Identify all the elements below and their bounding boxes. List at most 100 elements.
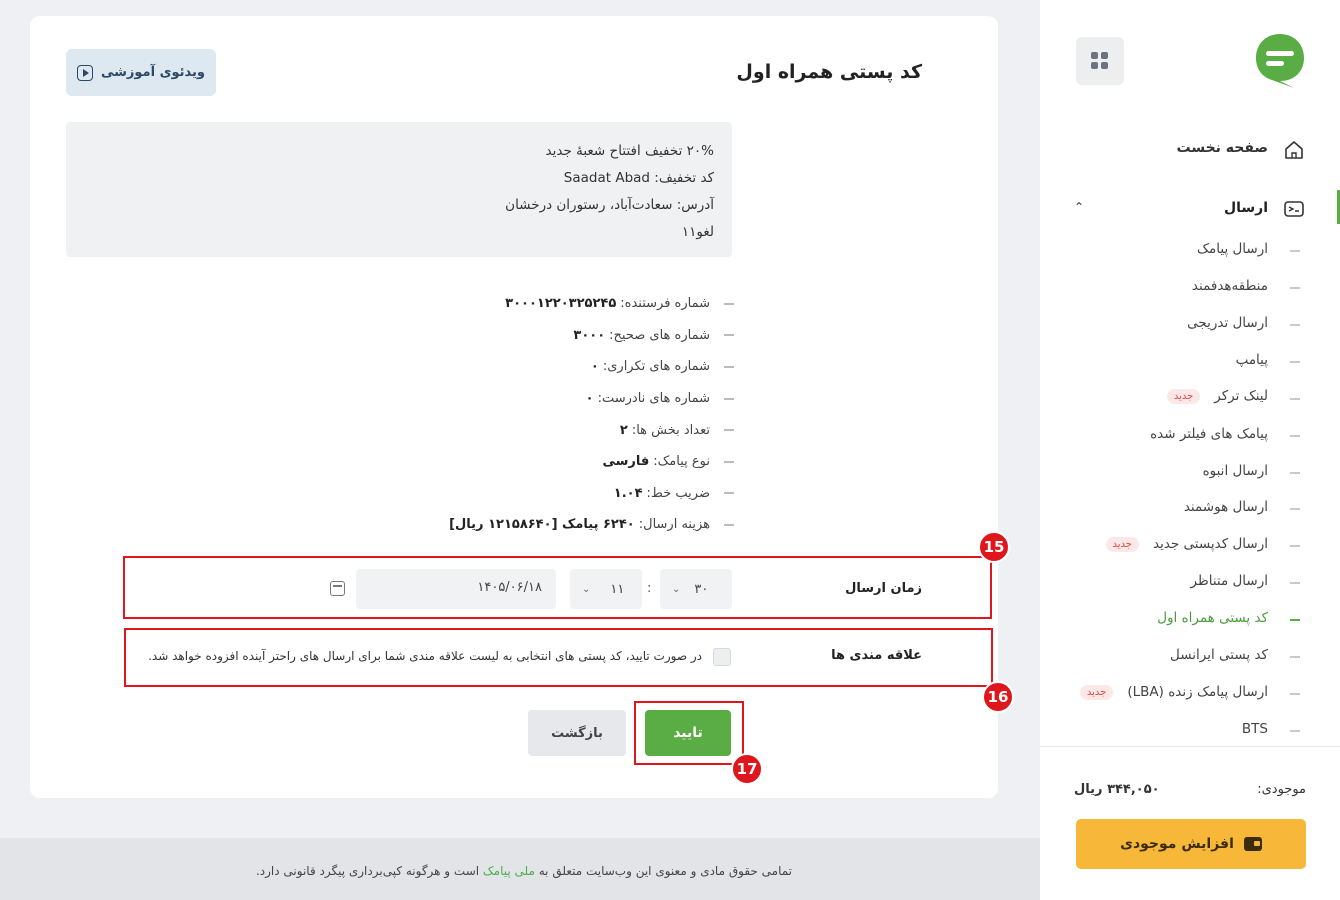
detail-value: ۱.۰۴ — [613, 485, 643, 501]
subitem-dash — [1290, 656, 1300, 658]
subitem-label: ارسال کدپستی جدید — [1152, 536, 1268, 552]
detail-label: شماره فرستنده: — [620, 296, 710, 312]
copyright-text: تمامی حقوق مادی و معنوی این وب‌سایت متعل… — [256, 864, 792, 878]
message-line: کد تخفیف: Saadat Abad — [563, 170, 714, 186]
detail-row-parts: تعداد بخش ها: ۲ — [449, 414, 734, 446]
sidebar-subitem-bts[interactable]: BTS — [1242, 721, 1268, 737]
subitem-dash — [1290, 398, 1300, 400]
grid-dot — [1101, 62, 1108, 69]
subitem-label: ارسال متناظر — [1190, 573, 1268, 589]
detail-value: ۳۰۰۰ — [573, 327, 606, 343]
detail-value: ۳۰۰۰۱۲۲۰۳۲۵۲۴۵ — [505, 296, 617, 312]
sidebar-subitem-smart[interactable]: ارسال هوشمند — [1184, 499, 1268, 515]
subitem-label: پیامپ — [1235, 352, 1268, 368]
home-icon — [1285, 141, 1303, 159]
sidebar: صفحه نخست ارسال ⌃ ارسال پیامک منطقه‌هدفم… — [1040, 0, 1340, 900]
sidebar-divider — [1040, 746, 1340, 747]
tutorial-video-label: ویدئوی آموزشی — [100, 65, 206, 80]
wallet-icon — [1243, 837, 1262, 851]
send-details-list: شماره فرستنده: ۳۰۰۰۱۲۲۰۳۲۵۲۴۵ شماره های ص… — [449, 288, 734, 541]
sidebar-subitem-gradual[interactable]: ارسال تدریجی — [1187, 315, 1268, 331]
detail-label: شماره های تکراری: — [602, 359, 710, 375]
subitem-dash — [1290, 545, 1300, 547]
tutorial-video-button[interactable]: ویدئوی آموزشی — [66, 49, 216, 96]
footer: تمامی حقوق مادی و معنوی این وب‌سایت متعل… — [0, 838, 1040, 900]
increase-balance-button[interactable]: افزایش موجودی — [1076, 819, 1306, 869]
detail-value: ۶۲۴۰ پیامک [۱۲۱۵۸۶۴۰ ریال] — [449, 517, 635, 533]
copyright-suffix: است و هرگونه کپی‌برداری پیگرد قانونی دار… — [255, 864, 480, 878]
subitem-label: منطقه‌هدفمند — [1191, 278, 1268, 294]
subitem-label: ارسال پیامک زنده (LBA) — [1127, 684, 1268, 700]
page-title: کد پستی همراه اول — [736, 61, 922, 83]
grid-dot — [1091, 62, 1098, 69]
sidebar-subitem-mci-postcode[interactable]: کد پستی همراه اول — [1157, 610, 1268, 626]
grid-dot — [1091, 52, 1098, 59]
detail-label: ضریب خط: — [646, 485, 710, 501]
subitem-dash — [1290, 250, 1300, 252]
sidebar-subitem-link-tracker[interactable]: لینک ترکر جدید — [1166, 388, 1268, 404]
subitem-dash — [1290, 619, 1300, 621]
detail-value: فارسی — [602, 454, 650, 470]
subitem-label: پیامک های فیلتر شده — [1150, 426, 1268, 442]
subitem-dash — [1290, 435, 1300, 437]
subitem-label: ارسال هوشمند — [1183, 499, 1268, 515]
sidebar-subitem-send-sms[interactable]: ارسال پیامک — [1197, 241, 1268, 257]
annotation-box-15 — [123, 556, 992, 619]
subitem-dash — [1290, 361, 1300, 363]
sidebar-item-send[interactable]: ارسال — [1224, 200, 1268, 216]
new-badge: جدید — [1079, 684, 1114, 700]
annotation-box-16 — [124, 628, 993, 687]
sidebar-subitem-lba[interactable]: ارسال پیامک زنده (LBA) جدید — [1079, 684, 1268, 700]
detail-value: ۰ — [585, 391, 594, 407]
grid-dot — [1101, 52, 1108, 59]
sidebar-subitem-matched[interactable]: ارسال متناظر — [1191, 573, 1268, 589]
balance-label: موجودی: — [1257, 782, 1306, 797]
detail-label: نوع پیامک: — [653, 454, 710, 470]
sidebar-subitem-new-postcode[interactable]: ارسال کدپستی جدید جدید — [1105, 536, 1268, 552]
annotation-badge-17: 17 — [731, 753, 763, 785]
sidebar-subitem-bulk[interactable]: ارسال انبوه — [1203, 463, 1268, 479]
subitem-label: BTS — [1241, 721, 1268, 737]
detail-row-valid: شماره های صحیح: ۳۰۰۰ — [449, 320, 734, 352]
subitem-label: لینک ترکر — [1214, 388, 1268, 404]
increase-balance-label: افزایش موجودی — [1120, 836, 1234, 852]
sidebar-subitem-filtered[interactable]: پیامک های فیلتر شده — [1150, 426, 1268, 442]
chevron-up-icon[interactable]: ⌃ — [1074, 200, 1084, 214]
subitem-dash — [1290, 508, 1300, 510]
detail-label: شماره های نادرست: — [597, 391, 710, 407]
detail-value: ۲ — [619, 422, 628, 438]
sidebar-subitem-targeted-area[interactable]: منطقه‌هدفمند — [1192, 278, 1268, 294]
annotation-box-17 — [634, 701, 744, 765]
detail-row-sender: شماره فرستنده: ۳۰۰۰۱۲۲۰۳۲۵۲۴۵ — [449, 288, 734, 320]
detail-label: هزینه ارسال: — [638, 517, 710, 533]
detail-value: ۰ — [590, 359, 599, 375]
new-badge: جدید — [1105, 536, 1139, 552]
subitem-label: کد پستی همراه اول — [1157, 610, 1268, 626]
back-button[interactable]: بازگشت — [528, 710, 626, 756]
brand-link[interactable]: ملی پیامک — [483, 864, 535, 878]
subitem-dash — [1290, 472, 1300, 474]
message-preview: ۲۰% تخفیف افتتاح شعبهٔ جدید کد تخفیف: Sa… — [66, 122, 732, 257]
detail-row-factor: ضریب خط: ۱.۰۴ — [449, 478, 734, 510]
detail-row-cost: هزینه ارسال: ۶۲۴۰ پیامک [۱۲۱۵۸۶۴۰ ریال] — [449, 509, 734, 541]
message-line: آدرس: سعادت‌آباد، رستوران درخشان — [505, 197, 714, 213]
sidebar-subitem-irancell-postcode[interactable]: کد پستی ایرانسل — [1170, 647, 1268, 663]
detail-row-duplicate: شماره های تکراری: ۰ — [449, 351, 734, 383]
subitem-label: ارسال تدریجی — [1187, 315, 1268, 331]
subitem-label: کد پستی ایرانسل — [1170, 647, 1268, 663]
message-line: ۲۰% تخفیف افتتاح شعبهٔ جدید — [545, 143, 714, 159]
subitem-dash — [1290, 324, 1300, 326]
main-area: کد پستی همراه اول ویدئوی آموزشی ۲۰% تخفی… — [0, 0, 1040, 900]
subitem-label: ارسال انبوه — [1202, 463, 1268, 479]
detail-row-type: نوع پیامک: فارسی — [449, 446, 734, 478]
sidebar-item-home[interactable]: صفحه نخست — [1177, 140, 1268, 156]
apps-grid-button[interactable] — [1076, 37, 1124, 85]
balance-value: ۳۴۴,۰۵۰ ریال — [1074, 782, 1160, 797]
detail-label: تعداد بخش ها: — [631, 422, 710, 438]
subitem-dash — [1290, 287, 1300, 289]
detail-label: شماره های صحیح: — [609, 327, 710, 343]
detail-row-invalid: شماره های نادرست: ۰ — [449, 383, 734, 415]
sidebar-subitem-payamp[interactable]: پیامپ — [1236, 352, 1268, 368]
subitem-dash — [1290, 582, 1300, 584]
new-badge: جدید — [1166, 388, 1201, 404]
